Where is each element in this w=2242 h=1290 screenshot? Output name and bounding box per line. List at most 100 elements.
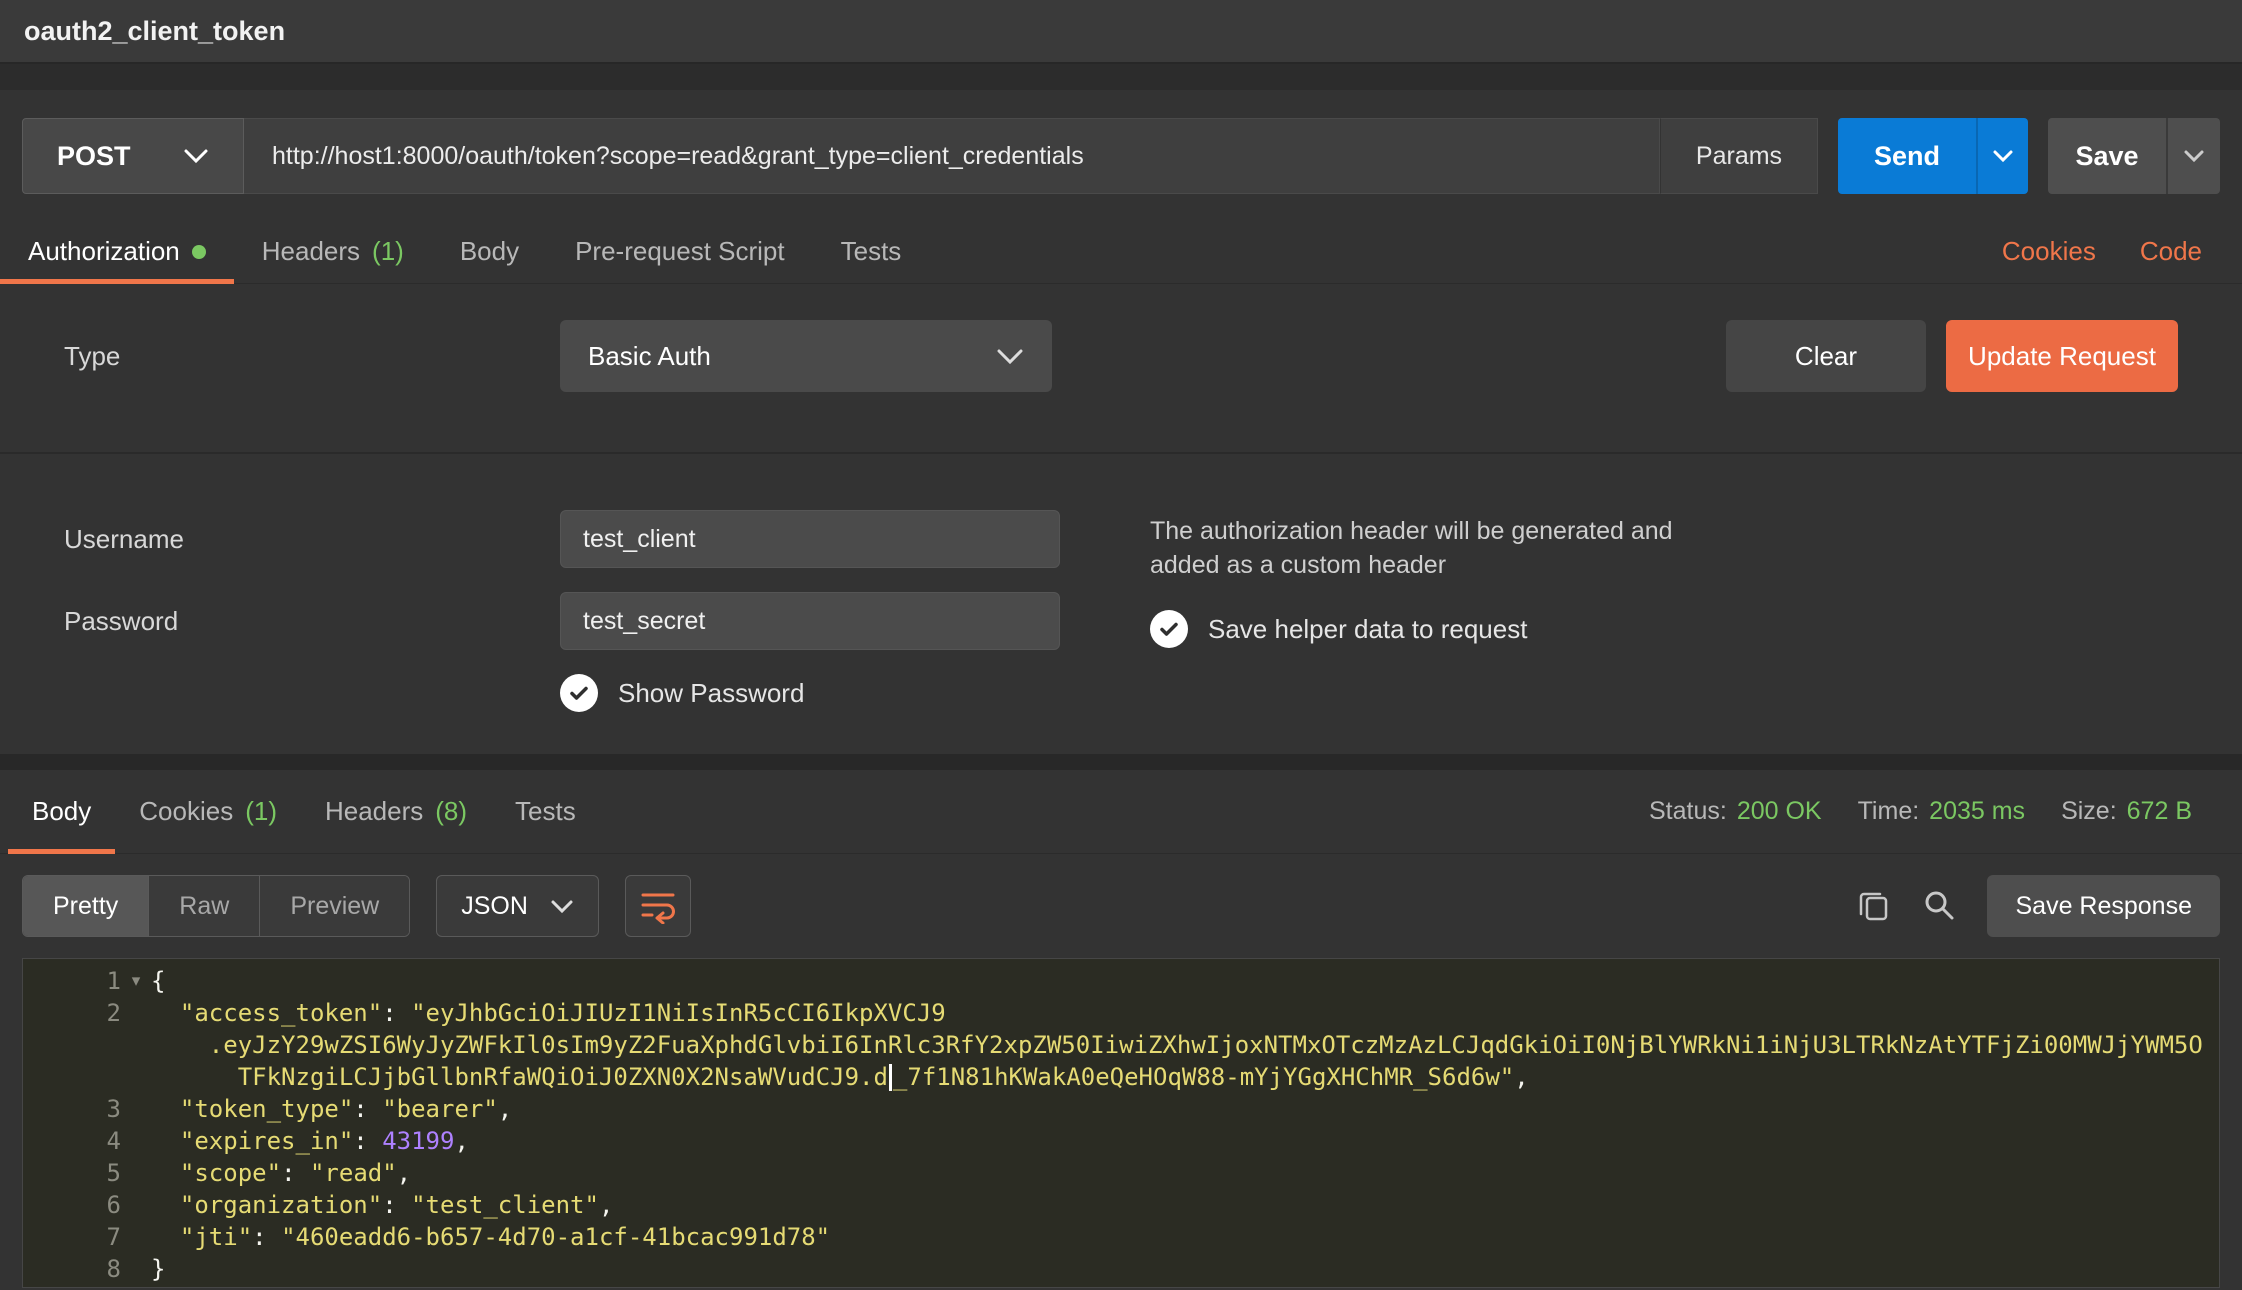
send-button[interactable]: Send <box>1838 118 1976 194</box>
code-row: TFkNzgiLCJjbGllbnRfaWQiOiJ0ZXN0X2NsaWVud… <box>23 1061 2219 1093</box>
tab-body[interactable]: Body <box>432 220 547 283</box>
code-line-content: .eyJzY29wZSI6WyJyZWFkIl0sIm9yZ2FuaXphdGl… <box>151 1031 2203 1059</box>
chevron-down-icon <box>2183 149 2205 163</box>
chevron-down-icon <box>996 348 1024 365</box>
titlebar: oauth2_client_token <box>0 0 2242 64</box>
credentials-section: Username Password Show Password The auth… <box>0 454 2242 754</box>
send-button-group: Send <box>1838 118 2028 194</box>
chevron-down-icon <box>550 899 574 914</box>
response-pane: Body Cookies (1) Headers (8) Tests Statu… <box>0 770 2242 1290</box>
auth-type-select[interactable]: Basic Auth <box>560 320 1052 392</box>
save-button[interactable]: Save <box>2048 118 2166 194</box>
response-status: Status: 200 OK <box>1649 797 1822 826</box>
save-response-button[interactable]: Save Response <box>1987 875 2220 937</box>
response-tab-cookies[interactable]: Cookies (1) <box>115 770 301 853</box>
tab-body-label: Body <box>460 236 519 267</box>
tab-authorization-label: Authorization <box>28 236 180 267</box>
view-raw-button[interactable]: Raw <box>148 876 259 936</box>
auth-helper-note: The authorization header will be generat… <box>1150 514 1673 582</box>
username-row: Username <box>64 510 1084 568</box>
line-number-gutter: 2 <box>23 999 151 1027</box>
show-password-checkbox[interactable]: Show Password <box>560 674 1084 712</box>
response-tab-cookies-count: (1) <box>245 796 277 827</box>
response-time: Time: 2035 ms <box>1858 797 2025 826</box>
params-button[interactable]: Params <box>1660 118 1818 194</box>
code-line-content: "organization": "test_client", <box>151 1191 613 1219</box>
code-line-content: { <box>151 967 165 995</box>
response-format-value: JSON <box>461 892 528 921</box>
line-number-gutter: 7 <box>23 1223 151 1251</box>
response-body-viewer[interactable]: 1▾{2 "access_token": "eyJhbGciOiJIUzI1Ni… <box>22 958 2220 1288</box>
size-value: 672 B <box>2127 797 2192 826</box>
code-row: 8} <box>23 1253 2219 1285</box>
password-row: Password <box>64 592 1084 650</box>
code-line-content: "jti": "460eadd6-b657-4d70-a1cf-41bcac99… <box>151 1223 830 1251</box>
url-input[interactable] <box>272 142 1631 171</box>
view-preview-button[interactable]: Preview <box>259 876 409 936</box>
response-tab-headers-label: Headers <box>325 796 423 827</box>
request-tabs-right: Cookies Code <box>2002 220 2202 283</box>
line-number-gutter: 8 <box>23 1255 151 1283</box>
save-helper-label: Save helper data to request <box>1208 614 1527 645</box>
code-line-content: "expires_in": 43199, <box>151 1127 469 1155</box>
line-number-gutter: 6 <box>23 1191 151 1219</box>
tab-tests[interactable]: Tests <box>813 220 930 283</box>
tab-headers-label: Headers <box>262 236 360 267</box>
line-number-gutter: 4 <box>23 1127 151 1155</box>
code-line-content: "access_token": "eyJhbGciOiJIUzI1NiIsInR… <box>151 999 946 1027</box>
wrap-text-button[interactable] <box>625 875 691 937</box>
chevron-down-icon <box>1992 149 2014 163</box>
clear-button[interactable]: Clear <box>1726 320 1926 392</box>
tab-prerequest-label: Pre-request Script <box>575 236 785 267</box>
code-line-content: } <box>151 1255 165 1283</box>
send-dropdown-button[interactable] <box>1976 118 2028 194</box>
response-tab-body[interactable]: Body <box>8 770 115 853</box>
auth-helper-note-line1: The authorization header will be generat… <box>1150 514 1673 548</box>
fold-toggle-icon[interactable]: ▾ <box>121 971 151 991</box>
text-cursor <box>889 1064 892 1091</box>
wrap-text-icon <box>638 886 678 927</box>
auth-actions: Clear Update Request <box>1726 320 2178 392</box>
auth-type-label: Type <box>64 341 560 372</box>
chevron-down-icon <box>183 148 209 164</box>
code-row: .eyJzY29wZSI6WyJyZWFkIl0sIm9yZ2FuaXphdGl… <box>23 1029 2219 1061</box>
code-row: 4 "expires_in": 43199, <box>23 1125 2219 1157</box>
password-label: Password <box>64 606 560 637</box>
line-number-gutter: 5 <box>23 1159 151 1187</box>
response-tab-tests[interactable]: Tests <box>491 770 600 853</box>
pane-separator <box>0 754 2242 770</box>
search-response-button[interactable] <box>1921 887 1957 926</box>
request-builder-pane: POST Params Send Save <box>0 90 2242 754</box>
method-dropdown[interactable]: POST <box>22 118 244 194</box>
tab-headers[interactable]: Headers (1) <box>234 220 432 283</box>
save-dropdown-button[interactable] <box>2166 118 2220 194</box>
copy-response-button[interactable] <box>1855 887 1891 926</box>
code-line-content: "scope": "read", <box>151 1159 411 1187</box>
search-icon <box>1921 887 1957 926</box>
auth-type-value: Basic Auth <box>588 341 711 372</box>
response-tab-headers-count: (8) <box>435 796 467 827</box>
save-helper-checkbox[interactable]: Save helper data to request <box>1150 610 1673 648</box>
cookies-link[interactable]: Cookies <box>2002 236 2096 267</box>
line-number-gutter: 3 <box>23 1095 151 1123</box>
response-tab-body-label: Body <box>32 796 91 827</box>
method-label: POST <box>57 141 131 172</box>
update-request-button[interactable]: Update Request <box>1946 320 2178 392</box>
tab-authorization[interactable]: Authorization <box>0 220 234 283</box>
response-status-group: Status: 200 OK Time: 2035 ms Size: 672 B <box>1649 770 2192 853</box>
tab-prerequest-script[interactable]: Pre-request Script <box>547 220 813 283</box>
code-row: 2 "access_token": "eyJhbGciOiJIUzI1NiIsI… <box>23 997 2219 1029</box>
username-input[interactable] <box>560 510 1060 568</box>
code-link[interactable]: Code <box>2140 236 2202 267</box>
auth-type-row: Type Basic Auth Clear Update Request <box>0 320 2242 392</box>
response-size: Size: 672 B <box>2061 797 2192 826</box>
password-input[interactable] <box>560 592 1060 650</box>
url-field <box>244 118 1660 194</box>
response-tab-headers[interactable]: Headers (8) <box>301 770 491 853</box>
code-lines: 1▾{2 "access_token": "eyJhbGciOiJIUzI1Ni… <box>23 965 2219 1285</box>
auth-helper-panel: The authorization header will be generat… <box>1150 510 1673 712</box>
response-format-dropdown[interactable]: JSON <box>436 875 599 937</box>
view-pretty-button[interactable]: Pretty <box>23 876 148 936</box>
response-tab-tests-label: Tests <box>515 796 576 827</box>
auth-helper-note-line2: added as a custom header <box>1150 548 1673 582</box>
